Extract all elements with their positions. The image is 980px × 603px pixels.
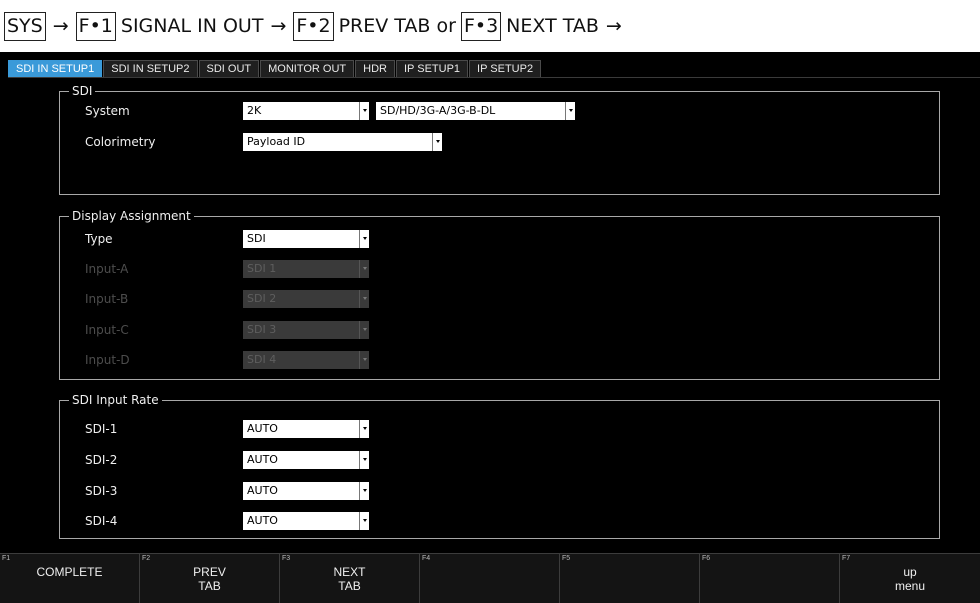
system-mode-value: SD/HD/3G-A/3G-B-DL [376, 102, 565, 120]
chevron-down-icon[interactable] [565, 102, 575, 120]
system-label: System [85, 104, 130, 118]
chevron-down-icon[interactable] [432, 133, 442, 151]
f1-complete-button[interactable]: F1 COMPLETE [0, 553, 140, 603]
f7-number: F7 [842, 555, 851, 562]
tab-sdi-out[interactable]: SDI OUT [198, 60, 260, 78]
colorimetry-select[interactable]: Payload ID [243, 133, 442, 151]
colorimetry-label: Colorimetry [85, 135, 156, 149]
input-a-select: SDI 1 [243, 260, 369, 278]
display-assignment-group: Display Assignment Type SDI Input-A SDI … [59, 209, 940, 380]
f6-button[interactable]: F6 [700, 553, 840, 603]
f4-button[interactable]: F4 [420, 553, 560, 603]
f1-text: SIGNAL IN OUT [120, 15, 264, 37]
type-select[interactable]: SDI [243, 230, 369, 248]
f4-number: F4 [422, 555, 431, 562]
f7-up-menu-button[interactable]: F7 up menu [840, 553, 980, 603]
sdi-1-label: SDI-1 [85, 422, 118, 436]
input-c-label: Input-C [85, 323, 129, 337]
tab-divider [8, 77, 980, 78]
f2-prev-tab-button[interactable]: F2 PREV TAB [140, 553, 280, 603]
f2-label-line2: TAB [198, 579, 221, 593]
f3-text: NEXT TAB [506, 15, 599, 37]
colorimetry-value: Payload ID [243, 133, 432, 151]
input-a-value: SDI 1 [243, 260, 359, 278]
f1-label: COMPLETE [36, 565, 103, 579]
chevron-down-icon [359, 321, 369, 339]
input-c-select: SDI 3 [243, 321, 369, 339]
tab-sdi-in-setup1[interactable]: SDI IN SETUP1 [8, 60, 103, 78]
system-value: 2K [243, 102, 359, 120]
chevron-down-icon[interactable] [359, 102, 369, 120]
chevron-down-icon [359, 290, 369, 308]
sdi-1-rate-select[interactable]: AUTO [243, 420, 369, 438]
f1-number: F1 [2, 555, 11, 562]
sdi-2-rate-value: AUTO [243, 451, 359, 469]
f3-next-tab-button[interactable]: F3 NEXT TAB [280, 553, 420, 603]
sdi-4-rate-select[interactable]: AUTO [243, 512, 369, 530]
f7-label-line1: up [903, 565, 917, 579]
sdi-3-rate-value: AUTO [243, 482, 359, 500]
sdi-group-title: SDI [69, 84, 96, 98]
input-d-label: Input-D [85, 353, 130, 367]
f2-number: F2 [142, 555, 151, 562]
arrow-icon: → [270, 15, 287, 37]
sdi-3-rate-select[interactable]: AUTO [243, 482, 369, 500]
chevron-down-icon [359, 351, 369, 369]
f3-label-line2: TAB [338, 579, 361, 593]
arrow-icon: → [605, 15, 622, 37]
sys-key: SYS [4, 11, 46, 41]
sdi-4-rate-value: AUTO [243, 512, 359, 530]
f2-label-line1: PREV [193, 565, 226, 579]
sdi-2-label: SDI-2 [85, 453, 118, 467]
chevron-down-icon[interactable] [359, 451, 369, 469]
input-b-label: Input-B [85, 292, 129, 306]
input-a-label: Input-A [85, 262, 129, 276]
function-key-bar: F1 COMPLETE F2 PREV TAB F3 NEXT TAB F4 F… [0, 553, 980, 603]
f2-key: F•2 [293, 11, 334, 41]
type-value: SDI [243, 230, 359, 248]
f6-number: F6 [702, 555, 711, 562]
tab-ip-setup1[interactable]: IP SETUP1 [395, 60, 469, 78]
display-assignment-title: Display Assignment [69, 209, 194, 223]
navigation-path: SYS → F•1 SIGNAL IN OUT → F•2 PREV TAB o… [0, 0, 980, 52]
chevron-down-icon[interactable] [359, 420, 369, 438]
input-c-value: SDI 3 [243, 321, 359, 339]
f7-label-line2: menu [894, 579, 926, 593]
input-b-select: SDI 2 [243, 290, 369, 308]
f3-label-line1: NEXT [333, 565, 366, 579]
tab-sdi-in-setup2[interactable]: SDI IN SETUP2 [103, 60, 198, 78]
sdi-3-label: SDI-3 [85, 484, 118, 498]
sdi-input-rate-group: SDI Input Rate SDI-1 AUTO SDI-2 AUTO SDI… [59, 393, 940, 539]
chevron-down-icon[interactable] [359, 230, 369, 248]
arrow-icon: → [52, 15, 69, 37]
f2-text: PREV TAB or [338, 15, 456, 37]
input-d-value: SDI 4 [243, 351, 359, 369]
tab-hdr[interactable]: HDR [355, 60, 395, 78]
instrument-screen: SDI IN SETUP1 SDI IN SETUP2 SDI OUT MONI… [0, 52, 980, 603]
sdi-4-label: SDI-4 [85, 514, 118, 528]
chevron-down-icon[interactable] [359, 482, 369, 500]
input-d-select: SDI 4 [243, 351, 369, 369]
input-b-value: SDI 2 [243, 290, 359, 308]
f3-number: F3 [282, 555, 291, 562]
tab-bar: SDI IN SETUP1 SDI IN SETUP2 SDI OUT MONI… [8, 60, 542, 78]
f3-key: F•3 [460, 11, 502, 41]
tab-monitor-out[interactable]: MONITOR OUT [260, 60, 355, 78]
type-label: Type [85, 232, 113, 246]
tab-ip-setup2[interactable]: IP SETUP2 [469, 60, 542, 78]
chevron-down-icon [359, 260, 369, 278]
sdi-input-rate-title: SDI Input Rate [69, 393, 162, 407]
f5-number: F5 [562, 555, 571, 562]
system-select[interactable]: 2K [243, 102, 369, 120]
sdi-group: SDI System 2K SD/HD/3G-A/3G-B-DL Colorim… [59, 84, 940, 195]
f1-key: F•1 [75, 11, 116, 41]
sdi-2-rate-select[interactable]: AUTO [243, 451, 369, 469]
f5-button[interactable]: F5 [560, 553, 700, 603]
chevron-down-icon[interactable] [359, 512, 369, 530]
sdi-1-rate-value: AUTO [243, 420, 359, 438]
system-mode-select[interactable]: SD/HD/3G-A/3G-B-DL [376, 102, 575, 120]
